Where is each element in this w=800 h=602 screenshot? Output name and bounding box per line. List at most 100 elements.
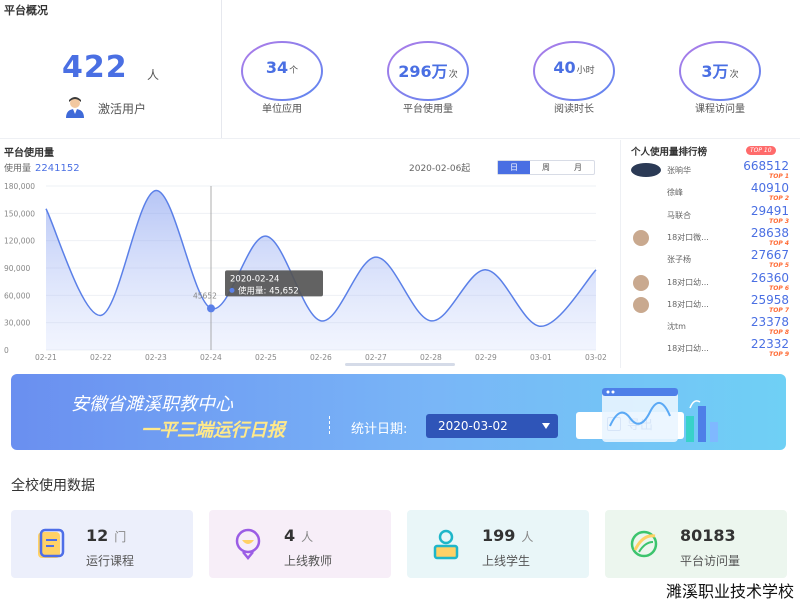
card-unit: 人: [521, 530, 534, 544]
ranking-row[interactable]: 18对口幼... 25958 TOP 7: [627, 292, 797, 316]
date-select-value: 2020-03-02: [438, 419, 508, 433]
card-value: 80183: [680, 526, 736, 545]
ranking-rank: TOP 8: [769, 329, 789, 337]
ranking-rank: TOP 7: [769, 306, 789, 314]
card-platform-visits: 80183 平台访问量: [605, 510, 787, 578]
card-label: 运行课程: [86, 554, 135, 568]
ranking-rank: TOP 1: [769, 173, 789, 180]
ranking-rank: TOP 3: [769, 217, 789, 225]
usage-total: 使用量 2241152: [4, 161, 80, 174]
active-users-box: 422 人 激活用户: [0, 0, 222, 138]
stat-value: 3万: [701, 62, 729, 81]
divider: [0, 138, 800, 139]
stat-value: 296万: [398, 62, 448, 81]
ranking-value: 28638: [750, 225, 789, 240]
tab-day[interactable]: 日: [498, 161, 530, 174]
banner-title: 安徽省濉溪职教中心: [71, 394, 233, 415]
x-tick-label: 02-23: [145, 353, 167, 362]
card-unit: 门: [114, 530, 127, 544]
ranking-name: 徐峰: [667, 188, 683, 198]
student-icon: [433, 529, 459, 560]
y-tick-label: 0: [4, 346, 9, 355]
ranking-name: 马联合: [667, 210, 691, 220]
ranking-value: 25958: [750, 292, 789, 307]
tab-week[interactable]: 周: [530, 161, 562, 174]
overview-panel: 平台概况 422 人 激活用户 34个 单位应用 296万次 平台使用量 40小…: [0, 0, 800, 138]
card-value: 12: [86, 526, 109, 545]
y-tick-label: 120,000: [4, 237, 35, 246]
stat-unit: 次: [729, 70, 739, 80]
ranking-rank: TOP 5: [769, 262, 789, 270]
ranking-value: 23378: [750, 315, 789, 330]
x-tick-label: 02-22: [90, 353, 112, 362]
ranking-row[interactable]: 张子杨 27667 TOP 5: [627, 248, 797, 271]
ranking-name: 张子杨: [667, 255, 691, 265]
ranking-name: 18对口幼...: [667, 277, 709, 287]
ranking-name: 18对口幼...: [667, 299, 709, 309]
ranking-title: 个人使用量排行榜: [631, 147, 708, 158]
stat-platform-usage: 296万次: [386, 40, 470, 102]
ranking-value: 40910: [750, 181, 789, 196]
y-tick-label: 30,000: [4, 319, 30, 328]
avatar: [633, 296, 649, 313]
chart-tooltip: 2020-02-24使用量: 45,652: [225, 270, 323, 297]
y-tick-label: 90,000: [4, 264, 30, 273]
ranking-rank: TOP 9: [769, 351, 789, 359]
usage-chart: 0 30,000 60,000 90,000 120,000 150,000 180,000…: [4, 182, 607, 366]
active-users-value: 422: [62, 50, 128, 85]
ranking-rank: TOP 6: [769, 284, 789, 292]
avatar: [633, 229, 649, 246]
chart-scrollbar: [345, 363, 455, 366]
ranking-row[interactable]: 张晌华 668512 TOP 1: [627, 159, 797, 182]
chevron-down-icon: [542, 423, 550, 429]
avatar: [633, 274, 649, 291]
ranking-value: 26360: [750, 270, 789, 285]
ranking-name: 张晌华: [667, 166, 691, 175]
x-tick-label: 02-21: [35, 353, 57, 362]
x-tick-label: 03-02: [585, 353, 607, 362]
usage-panel: 平台使用量 使用量 2241152 2020-02-06起 日 周 月 0 30,0…: [0, 140, 614, 368]
active-users-unit: 人: [147, 68, 160, 82]
visit-icon: [630, 530, 658, 558]
ranking-row[interactable]: 徐峰 40910 TOP 2: [627, 181, 797, 204]
x-tick-label: 02-26: [310, 353, 332, 362]
date-select[interactable]: 2020-03-02: [426, 414, 558, 438]
x-tick-label: 02-29: [475, 353, 497, 362]
ranking-row[interactable]: 18对口幼... 22332 TOP 9: [627, 337, 797, 360]
ranking-panel: 个人使用量排行榜 TOP 10 张晌华 668512 TOP 1 徐峰 40910 TOP…: [620, 140, 800, 368]
x-tick-label: 02-24: [200, 353, 222, 362]
report-banner: 安徽省濉溪职教中心 一平三端运行日报 统计日期: 2020-03-02 导出: [11, 374, 786, 450]
card-online-students: 199 人 上线学生: [407, 510, 589, 578]
stat-unit-apps: 34个: [240, 40, 324, 102]
stat-label: 阅读时长: [554, 104, 594, 115]
stat-unit: 个: [289, 66, 299, 76]
card-label: 上线教师: [284, 554, 333, 568]
ranking-row[interactable]: 18对口幼... 26360 TOP 6: [627, 270, 797, 294]
ranking-value: 668512: [743, 159, 789, 173]
usage-date-range: 2020-02-06起: [409, 164, 471, 174]
y-tick-label: 180,000: [4, 182, 35, 191]
series-area: [46, 190, 596, 350]
teacher-icon: [235, 528, 261, 560]
stat-label: 平台使用量: [403, 104, 453, 115]
usage-total-value: 2241152: [35, 163, 80, 174]
point-label: 45652: [193, 291, 217, 300]
ranking-value: 27667: [750, 248, 789, 263]
card-label: 平台访问量: [680, 554, 741, 568]
ranking-row[interactable]: 马联合 29491 TOP 3: [627, 204, 797, 227]
ranking-name: 18对口幼...: [667, 344, 709, 354]
card-label: 上线学生: [482, 554, 531, 568]
card-unit: 人: [301, 530, 314, 544]
ranking-row[interactable]: 18对口微... 28638 TOP 4: [627, 225, 797, 249]
avatar: [631, 163, 661, 177]
data-point: [207, 304, 215, 313]
analytics-illustration: [602, 388, 718, 442]
x-tick-label: 02-27: [365, 353, 387, 362]
ranking-row[interactable]: 沈tm 23378 TOP 8: [627, 315, 797, 338]
user-icon: [66, 97, 84, 118]
tab-month[interactable]: 月: [562, 161, 594, 174]
stat-course-visits: 3万次: [678, 40, 762, 102]
x-tick-label: 02-28: [420, 353, 442, 362]
ranking-rank: TOP 2: [769, 195, 789, 203]
x-tick-label: 03-01: [530, 353, 552, 362]
